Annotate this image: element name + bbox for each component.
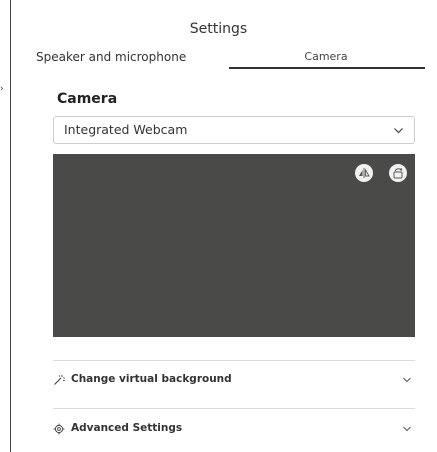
mirror-button[interactable] <box>355 164 373 182</box>
chevron-down-icon <box>403 426 411 432</box>
chevron-down-icon <box>394 128 403 134</box>
chevron-down-icon <box>403 377 411 383</box>
tab-bar: Speaker and microphone Camera <box>36 50 426 70</box>
window-left-border <box>10 0 11 452</box>
tab-camera[interactable]: Camera <box>228 50 424 63</box>
advanced-settings-label: Advanced Settings <box>71 422 183 434</box>
change-virtual-background-label: Change virtual background <box>71 373 232 385</box>
row-divider <box>53 360 415 361</box>
active-tab-indicator <box>229 67 425 69</box>
window-title: Settings <box>189 21 248 37</box>
camera-preview <box>53 154 415 337</box>
camera-device-select[interactable]: Integrated Webcam <box>53 116 415 144</box>
change-virtual-background-row[interactable]: Change virtual background <box>53 371 415 393</box>
rotate-icon <box>393 167 403 179</box>
collapse-caret-icon[interactable]: › <box>0 84 8 94</box>
magic-wand-icon <box>54 374 65 385</box>
camera-device-value: Integrated Webcam <box>64 122 188 137</box>
camera-section-heading: Camera <box>57 91 118 107</box>
settings-window: › Settings Speaker and microphone Camera… <box>0 0 437 452</box>
row-divider <box>53 408 415 409</box>
advanced-settings-row[interactable]: Advanced Settings <box>53 420 415 442</box>
mirror-icon <box>359 168 370 178</box>
tab-speaker-and-microphone[interactable]: Speaker and microphone <box>36 50 186 64</box>
gear-icon <box>53 423 65 435</box>
rotate-button[interactable] <box>389 164 407 182</box>
